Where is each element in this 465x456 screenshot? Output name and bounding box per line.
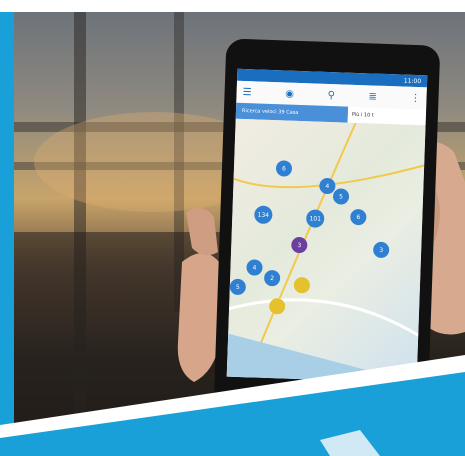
accent-band — [0, 355, 465, 456]
ad-frame: 11:00 ☰ ◉ ⚲ ≣ ⋮ Ricerca veloci 39 Casa P… — [0, 0, 465, 456]
